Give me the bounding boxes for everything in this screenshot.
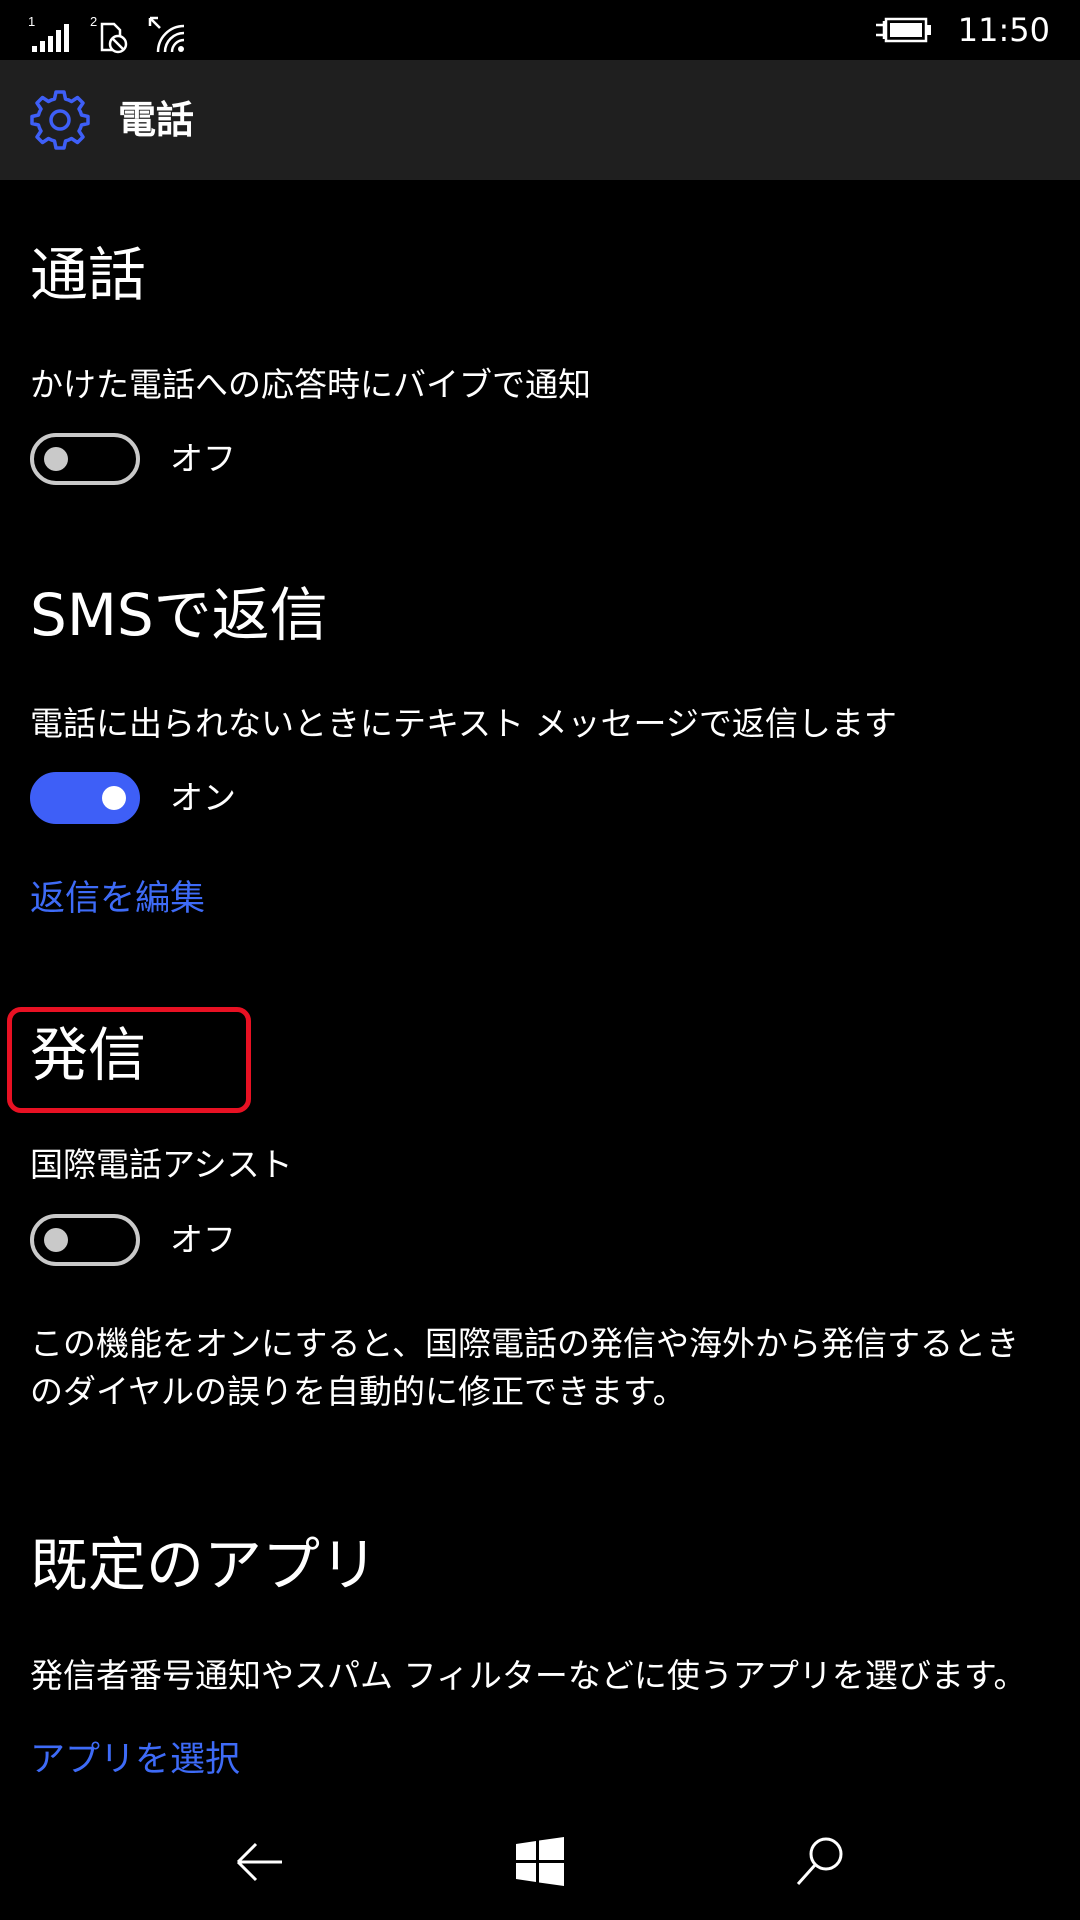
navigation-bar: [0, 1800, 1080, 1920]
sms-reply-toggle-row[interactable]: オン: [30, 772, 236, 824]
toggle-knob: [44, 447, 68, 471]
highlight-annotation: [7, 1007, 251, 1113]
intl-assist-toggle-state: オフ: [170, 1220, 236, 1259]
edit-replies-link[interactable]: 返信を編集: [30, 876, 205, 922]
settings-content[interactable]: 通話 かけた電話への応答時にバイブで通知 オフ SMSで返信 電話に出られないと…: [0, 180, 1080, 1800]
intl-assist-toggle[interactable]: [30, 1214, 140, 1266]
vibrate-toggle-row[interactable]: オフ: [30, 433, 236, 485]
toggle-knob: [102, 786, 126, 810]
status-bar: 1 2 11:50: [0, 0, 1080, 60]
intl-assist-setting-label: 国際電話アシスト: [30, 1145, 293, 1184]
windows-logo-icon[interactable]: [510, 1832, 570, 1892]
search-icon[interactable]: [790, 1832, 850, 1892]
section-heading-calls: 通話: [30, 241, 147, 309]
signal-sim1-icon: 1: [28, 14, 69, 52]
gear-icon: [30, 90, 90, 150]
intl-assist-description: この機能をオンにすると、国際電話の発信や海外から発信するときのダイヤルの誤りを自…: [30, 1324, 1020, 1411]
battery-charging-icon: [875, 17, 931, 43]
sms-reply-toggle-state: オン: [170, 778, 236, 817]
status-left-group: 1 2: [28, 6, 188, 54]
choose-app-link[interactable]: アプリを選択: [30, 1737, 240, 1783]
sim1-label: 1: [28, 14, 35, 29]
section-heading-default-apps: 既定のアプリ: [30, 1531, 379, 1599]
sms-reply-setting-label: 電話に出られないときにテキスト メッセージで返信します: [30, 704, 897, 743]
sms-reply-toggle[interactable]: [30, 772, 140, 824]
default-apps-description: 発信者番号通知やスパム フィルターなどに使うアプリを選びます。: [30, 1656, 1027, 1695]
status-right-group: 11:50: [874, 6, 1050, 54]
vibrate-toggle[interactable]: [30, 433, 140, 485]
intl-assist-toggle-row[interactable]: オフ: [30, 1214, 236, 1266]
vibrate-setting-label: かけた電話への応答時にバイブで通知: [30, 365, 591, 404]
toggle-knob: [44, 1228, 68, 1252]
section-heading-sms-reply: SMSで返信: [30, 581, 328, 649]
sim2-label: 2: [90, 14, 97, 29]
signal-sim2-no-sim-icon: 2: [90, 14, 128, 54]
page-header: 電話: [0, 60, 1080, 180]
clock: 11:50: [957, 11, 1050, 49]
page-title: 電話: [118, 98, 195, 142]
wifi-icon: [148, 16, 185, 53]
back-arrow-icon[interactable]: [230, 1832, 290, 1892]
vibrate-toggle-state: オフ: [170, 439, 236, 478]
